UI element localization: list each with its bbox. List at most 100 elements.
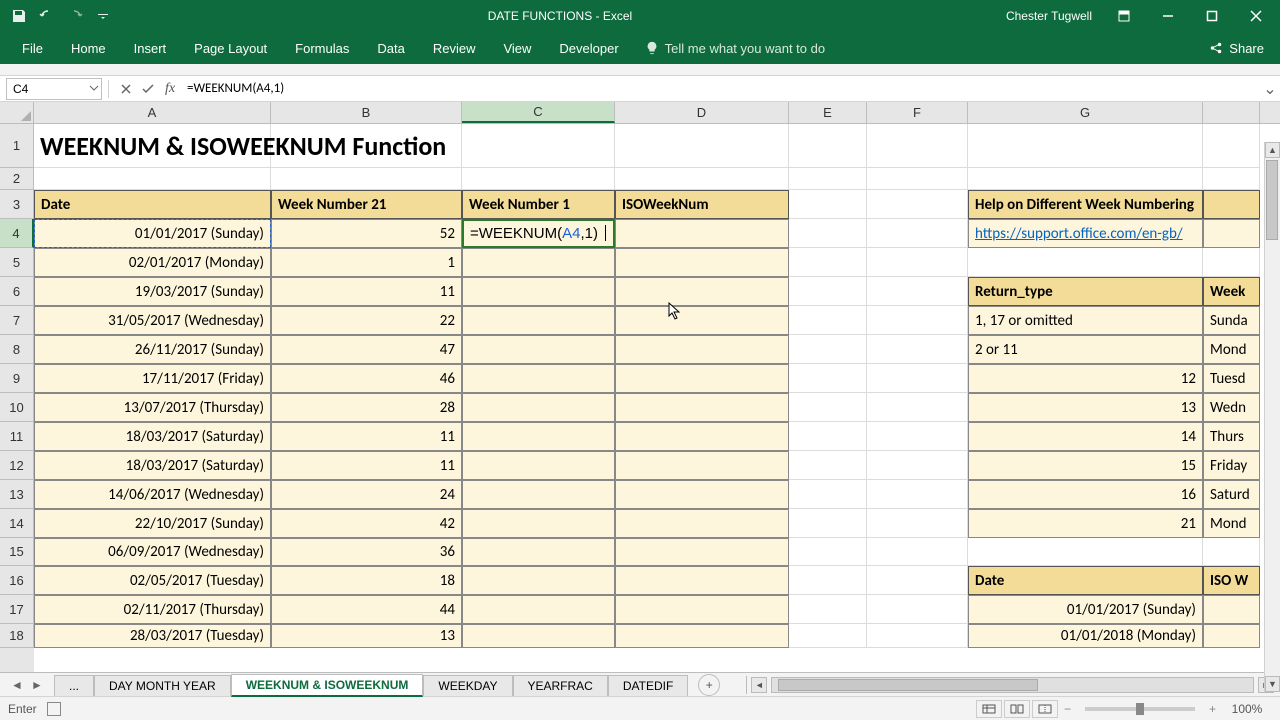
row-header[interactable]: 15 [0,538,34,566]
sheet-tab-ellipsis[interactable]: ... [54,675,94,696]
col-header-g[interactable]: G [968,102,1203,123]
qat-customize-icon[interactable] [92,5,114,27]
zoom-thumb[interactable] [1136,703,1144,715]
macro-record-icon[interactable] [47,702,61,716]
share-icon [1209,41,1223,55]
editing-cell[interactable]: =WEEKNUM(A4,1) [462,219,615,248]
row-header[interactable]: 3 [0,190,34,219]
minimize-icon[interactable] [1148,2,1188,30]
share-button[interactable]: Share [1193,41,1280,56]
row-header[interactable]: 16 [0,566,34,595]
sheet-nav-next-icon[interactable]: ► [28,678,46,692]
sheet-tab[interactable]: WEEKDAY [423,675,512,696]
row-header[interactable]: 9 [0,364,34,393]
sheet-tab[interactable]: YEARFRAC [513,675,608,696]
table-header[interactable]: Week Number 21 [271,190,462,219]
tab-page-layout[interactable]: Page Layout [180,36,281,61]
row-header[interactable]: 18 [0,624,34,648]
scroll-thumb[interactable] [1266,160,1278,240]
row-header[interactable]: 12 [0,451,34,480]
worksheet-grid: A B C D E F G 1 2 3 4 5 6 7 8 9 10 11 12… [0,102,1280,672]
row-header[interactable]: 10 [0,393,34,422]
tab-view[interactable]: View [489,36,545,61]
user-name[interactable]: Chester Tugwell [1006,9,1092,23]
col-header-h[interactable] [1203,102,1260,123]
undo-icon[interactable] [36,5,58,27]
column-headers: A B C D E F G [0,102,1280,124]
tell-me-search[interactable]: Tell me what you want to do [645,41,825,56]
tab-data[interactable]: Data [363,36,418,61]
enter-formula-icon[interactable] [137,78,159,100]
col-header-a[interactable]: A [34,102,271,123]
sheet-tab[interactable]: DAY MONTH YEAR [94,675,231,696]
col-header-e[interactable]: E [789,102,867,123]
tab-developer[interactable]: Developer [545,36,632,61]
help-link[interactable]: https://support.office.com/en-gb/ [968,219,1203,248]
view-page-break-icon[interactable] [1032,700,1058,718]
row-header[interactable]: 17 [0,595,34,624]
sheet-title[interactable]: WEEKNUM & ISOWEEKNUM Function [34,124,271,168]
tab-file[interactable]: File [8,36,57,61]
col-header-c[interactable]: C [462,102,615,123]
cancel-formula-icon[interactable] [115,78,137,100]
table-header[interactable]: Date [34,190,271,219]
row-header[interactable]: 4 [0,219,34,248]
scroll-left-icon[interactable]: ◄ [751,677,767,693]
view-page-layout-icon[interactable] [1004,700,1030,718]
save-icon[interactable] [8,5,30,27]
ribbon-options-icon[interactable] [1104,2,1144,30]
col-header-b[interactable]: B [271,102,462,123]
title-bar: DATE FUNCTIONS - Excel Chester Tugwell [0,0,1280,32]
tab-home[interactable]: Home [57,36,120,61]
name-box[interactable]: C4 [6,78,102,100]
sheet-tab[interactable]: DATEDIF [608,675,688,696]
maximize-icon[interactable] [1192,2,1232,30]
sheet-nav-prev-icon[interactable]: ◄ [8,678,26,692]
horizontal-scrollbar[interactable] [771,677,1254,693]
row-header[interactable]: 8 [0,335,34,364]
app-title: DATE FUNCTIONS - Excel [114,9,1006,23]
ribbon-tabs: File Home Insert Page Layout Formulas Da… [0,32,1280,64]
zoom-slider[interactable] [1085,707,1195,711]
table-header[interactable]: ISOWeekNum [615,190,789,219]
add-sheet-button[interactable]: + [698,674,720,696]
formula-input[interactable] [181,78,1260,100]
scroll-thumb[interactable] [778,679,1038,691]
table-header[interactable]: Week Number 1 [462,190,615,219]
date-cell[interactable]: 01/01/2017 (Sunday) [34,219,271,248]
scroll-up-icon[interactable]: ▲ [1265,142,1280,158]
chevron-down-icon[interactable] [89,83,99,93]
row-header[interactable]: 1 [0,124,34,168]
col-header-d[interactable]: D [615,102,789,123]
row-header[interactable]: 11 [0,422,34,451]
row-header[interactable]: 13 [0,480,34,509]
cells-area[interactable]: WEEKNUM & ISOWEEKNUM Function Date Week … [34,124,1280,672]
row-header[interactable]: 7 [0,306,34,335]
close-icon[interactable] [1236,2,1276,30]
ribbon-collapsed-strip [0,64,1280,76]
tab-review[interactable]: Review [419,36,490,61]
lightbulb-icon [645,41,659,55]
value-cell[interactable]: 52 [271,219,462,248]
row-header[interactable]: 2 [0,168,34,190]
tab-formulas[interactable]: Formulas [281,36,363,61]
scroll-down-icon[interactable]: ▼ [1265,676,1280,692]
sheet-tabs-row: ◄ ► ... DAY MONTH YEAR WEEKNUM & ISOWEEK… [0,672,1280,696]
mode-indicator: Enter [8,702,37,716]
zoom-value[interactable]: 100% [1222,702,1272,716]
row-header[interactable]: 5 [0,248,34,277]
view-normal-icon[interactable] [976,700,1002,718]
col-header-f[interactable]: F [867,102,968,123]
row-header[interactable]: 6 [0,277,34,306]
formula-bar-row: C4 fx ⌄ [0,76,1280,102]
select-all-corner[interactable] [0,102,34,123]
vertical-scrollbar[interactable]: ▲ ▼ [1264,142,1280,692]
sheet-tab-active[interactable]: WEEKNUM & ISOWEEKNUM [231,674,424,697]
status-bar: Enter − + 100% [0,696,1280,720]
tab-insert[interactable]: Insert [120,36,181,61]
row-header[interactable]: 14 [0,509,34,538]
help-header[interactable]: Help on Different Week Numbering [968,190,1203,219]
fx-icon[interactable]: fx [159,78,181,100]
redo-icon[interactable] [64,5,86,27]
formula-bar-expand-icon[interactable]: ⌄ [1260,79,1280,99]
